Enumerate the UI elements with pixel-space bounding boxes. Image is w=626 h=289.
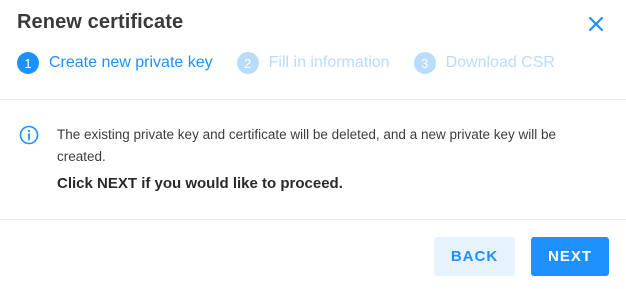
step-label: Download CSR [445,54,555,71]
step-download-csr[interactable]: 3 Download CSR [413,52,555,74]
info-message: The existing private key and certificate… [57,127,557,164]
next-button[interactable]: NEXT [531,237,609,276]
step-label: Create new private key [49,54,213,71]
dialog-title: Renew certificate [17,11,184,33]
footer-divider [0,219,626,220]
step-number: 1 [17,52,39,74]
step-number: 3 [413,52,436,74]
renew-certificate-dialog: Renew certificate 1 Create new private k… [0,0,626,289]
step-create-private-key[interactable]: 1 Create new private key [17,52,213,74]
header-divider [0,99,626,100]
step-number: 2 [236,52,259,74]
back-button[interactable]: BACK [434,237,515,276]
step-fill-information[interactable]: 2 Fill in information [236,52,390,74]
stepper: 1 Create new private key 2 Fill in infor… [17,52,579,74]
info-icon [19,125,39,145]
proceed-instruction: Click NEXT if you would like to proceed. [57,175,343,192]
close-icon[interactable] [585,13,607,35]
step-label: Fill in information [268,54,390,71]
